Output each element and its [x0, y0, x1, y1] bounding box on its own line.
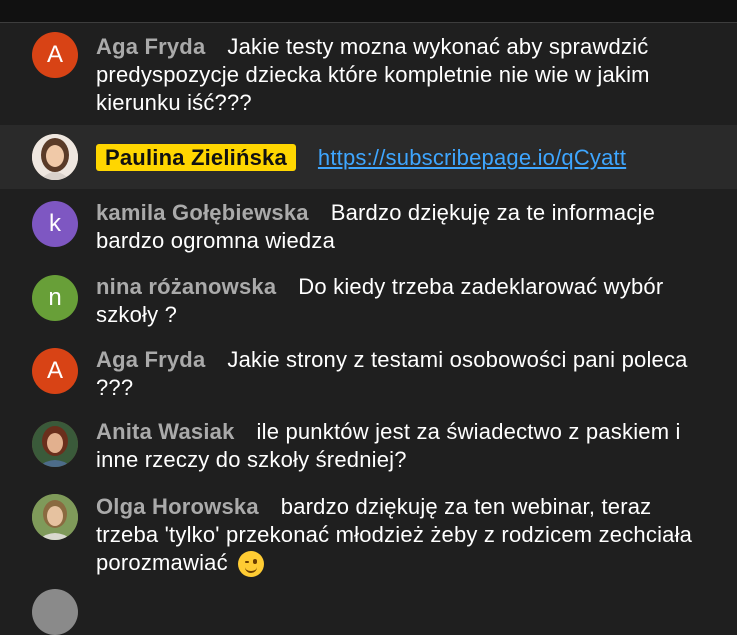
avatar-photo-icon	[32, 494, 78, 540]
author-name[interactable]: Aga Fryda	[96, 34, 205, 59]
avatar[interactable]	[32, 421, 78, 467]
chat-message: k kamila Gołębiewska Bardzo dziękuję za t…	[0, 193, 737, 265]
chat-message: Anita Wasiak ile punktów jest za świadect…	[0, 418, 737, 490]
chat-message: n nina różanowska Do kiedy trzeba zadekla…	[0, 268, 737, 340]
message-text: Aga Fryda Jakie testy mozna wykonać aby s…	[96, 33, 706, 117]
avatar[interactable]: A	[32, 348, 78, 394]
avatar[interactable]	[32, 134, 78, 180]
message-text: Olga Horowska bardzo dziękuję za ten webi…	[96, 493, 706, 578]
chat-message: Olga Horowska bardzo dziękuję za ten webi…	[0, 491, 737, 601]
message-text: Anita Wasiak ile punktów jest za świadect…	[96, 418, 706, 474]
author-name[interactable]: Anita Wasiak	[96, 419, 235, 444]
avatar-letter: A	[46, 357, 63, 384]
author-name[interactable]: Aga Fryda	[96, 347, 205, 372]
author-name[interactable]: nina różanowska	[96, 274, 276, 299]
avatar[interactable]: n	[32, 275, 78, 321]
owner-author-badge[interactable]: Paulina Zielińska	[96, 144, 296, 171]
avatar[interactable]	[32, 589, 78, 635]
chat-message-highlighted: Paulina Zielińska https://subscribepage.i…	[0, 125, 737, 189]
avatar-photo-icon	[32, 134, 78, 180]
avatar[interactable]: A	[32, 32, 78, 78]
avatar-letter: k	[49, 210, 61, 237]
avatar[interactable]: k	[32, 201, 78, 247]
avatar[interactable]	[32, 494, 78, 540]
message-link[interactable]: https://subscribepage.io/qCyatt	[318, 145, 626, 170]
message-text: Paulina Zielińska https://subscribepage.i…	[96, 144, 716, 172]
chat-message: A Aga Fryda Jakie testy mozna wykonać aby…	[0, 23, 737, 123]
avatar-photo-icon	[32, 421, 78, 467]
chat-message: A Aga Fryda Jakie strony z testami osobow…	[0, 343, 737, 415]
top-bar	[0, 0, 737, 23]
message-text: Aga Fryda Jakie strony z testami osobowoś…	[96, 346, 706, 402]
avatar-letter: n	[48, 284, 62, 311]
avatar-letter: A	[46, 41, 63, 68]
author-name[interactable]: kamila Gołębiewska	[96, 200, 309, 225]
author-name[interactable]: Olga Horowska	[96, 494, 259, 519]
message-text: nina różanowska Do kiedy trzeba zadeklaro…	[96, 273, 706, 329]
message-text: kamila Gołębiewska Bardzo dziękuję za te …	[96, 199, 706, 255]
winking-face-icon	[238, 551, 265, 578]
